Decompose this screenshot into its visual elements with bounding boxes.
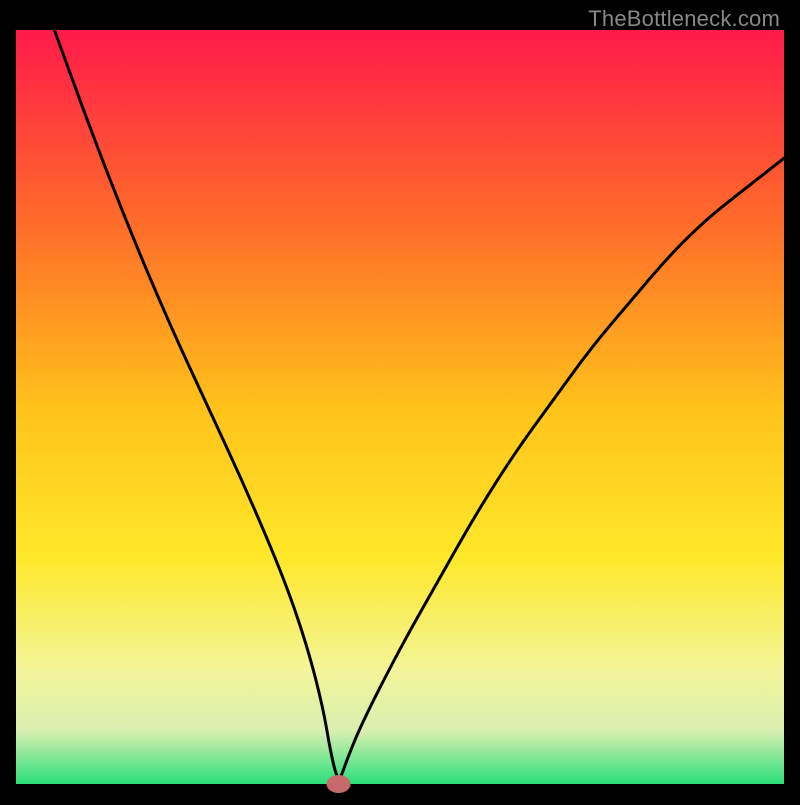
plot-area bbox=[16, 30, 784, 784]
optimal-point-marker bbox=[327, 775, 351, 793]
chart-svg bbox=[0, 0, 800, 800]
source-watermark: TheBottleneck.com bbox=[588, 6, 780, 32]
bottleneck-chart bbox=[0, 0, 800, 800]
